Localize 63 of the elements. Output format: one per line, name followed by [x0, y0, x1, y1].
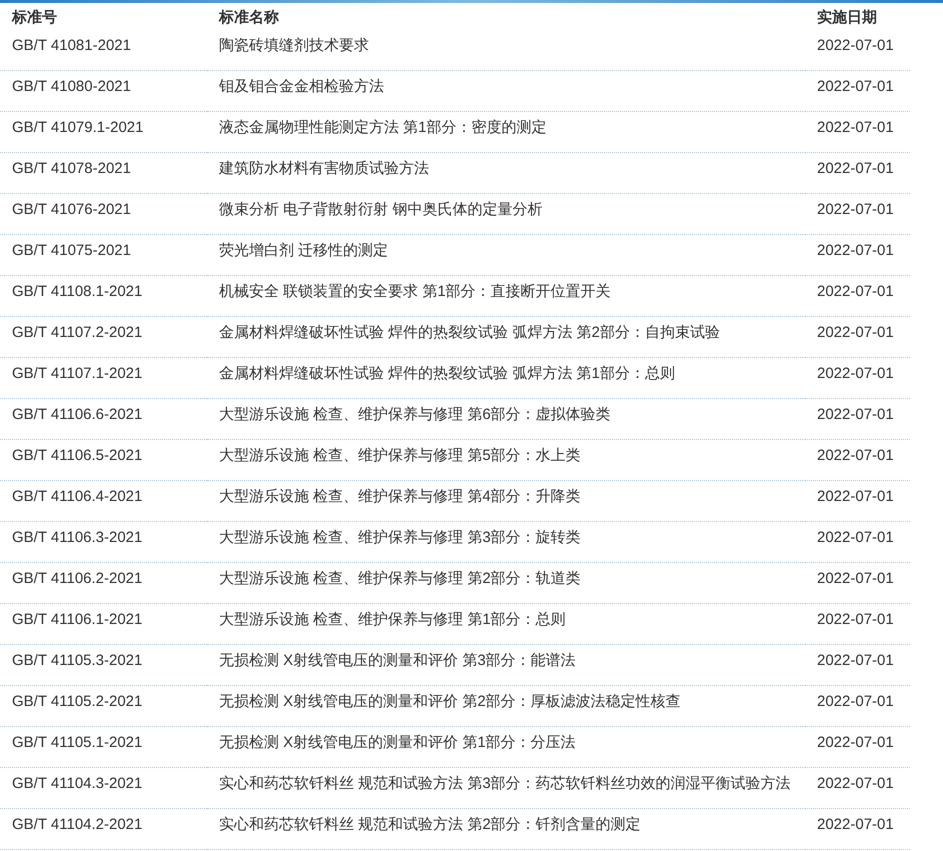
table-cell: 无损检测 X射线管电压的测量和评价 第1部分：分压法: [207, 727, 805, 768]
table-cell: GB/T 41106.5-2021: [0, 440, 207, 481]
table-cell: GB/T 41108.1-2021: [0, 276, 207, 317]
table-cell: 2022-07-01: [805, 194, 910, 235]
table-cell: 2022-07-01: [805, 481, 910, 522]
table-cell: GB/T 41081-2021: [0, 30, 207, 71]
table-cell: 2022-07-01: [805, 112, 910, 153]
column-header: 标准号: [10, 8, 58, 28]
table-cell: 2022-07-01: [805, 604, 910, 645]
table-cell: 大型游乐设施 检查、维护保养与修理 第6部分：虚拟体验类: [207, 399, 805, 440]
table-cell: GB/T 41105.3-2021: [0, 645, 207, 686]
column-header: 标准名称: [218, 8, 280, 28]
table-cell: 陶瓷砖填缝剂技术要求: [207, 30, 805, 71]
table-cell: GB/T 41106.6-2021: [0, 399, 207, 440]
table-cell: GB/T 41106.3-2021: [0, 522, 207, 563]
table-cell: 实心和药芯软钎料丝 规范和试验方法 第2部分：钎剂含量的测定: [207, 809, 805, 850]
table-cell: GB/T 41104.3-2021: [0, 768, 207, 809]
table-cell: GB/T 41075-2021: [0, 235, 207, 276]
table-cell: 2022-07-01: [805, 317, 910, 358]
table-cell: 微束分析 电子背散射衍射 钢中奥氏体的定量分析: [207, 194, 805, 235]
table-cell: 机械安全 联锁装置的安全要求 第1部分：直接断开位置开关: [207, 276, 805, 317]
table-cell: 液态金属物理性能测定方法 第1部分：密度的测定: [207, 112, 805, 153]
table-cell: 2022-07-01: [805, 809, 910, 850]
table-cell: GB/T 41106.2-2021: [0, 563, 207, 604]
table-cell: GB/T 41107.2-2021: [0, 317, 207, 358]
table-cell: 2022-07-01: [805, 563, 910, 604]
table-cell: 2022-07-01: [805, 235, 910, 276]
table-cell: GB/T 41105.2-2021: [0, 686, 207, 727]
table-cell: 钼及钼合金金相检验方法: [207, 71, 805, 112]
table-cell: GB/T 41104.2-2021: [0, 809, 207, 850]
table-cell: 2022-07-01: [805, 645, 910, 686]
table-cell: 2022-07-01: [805, 71, 910, 112]
table-cell: 无损检测 X射线管电压的测量和评价 第3部分：能谱法: [207, 645, 805, 686]
table-cell: 荧光增白剂 迁移性的测定: [207, 235, 805, 276]
table-cell: 实心和药芯软钎料丝 规范和试验方法 第3部分：药芯软钎料丝功效的润湿平衡试验方法: [207, 768, 805, 809]
table-cell: 2022-07-01: [805, 153, 910, 194]
table-cell: 大型游乐设施 检查、维护保养与修理 第3部分：旋转类: [207, 522, 805, 563]
table-cell: 2022-07-01: [805, 399, 910, 440]
table-cell: GB/T 41079.1-2021: [0, 112, 207, 153]
table-cell: 2022-07-01: [805, 727, 910, 768]
table-cell: 大型游乐设施 检查、维护保养与修理 第4部分：升降类: [207, 481, 805, 522]
table-cell: 2022-07-01: [805, 358, 910, 399]
table-cell: GB/T 41080-2021: [0, 71, 207, 112]
table-cell: GB/T 41105.1-2021: [0, 727, 207, 768]
table-cell: 2022-07-01: [805, 768, 910, 809]
table-cell: 2022-07-01: [805, 276, 910, 317]
table-cell: 无损检测 X射线管电压的测量和评价 第2部分：厚板滤波法稳定性核查: [207, 686, 805, 727]
table-cell: 大型游乐设施 检查、维护保养与修理 第1部分：总则: [207, 604, 805, 645]
table-cell: 2022-07-01: [805, 522, 910, 563]
table-cell: GB/T 41078-2021: [0, 153, 207, 194]
table-cell: 2022-07-01: [805, 440, 910, 481]
table-cell: GB/T 41107.1-2021: [0, 358, 207, 399]
table-cell: GB/T 41106.4-2021: [0, 481, 207, 522]
table-cell: 金属材料焊缝破坏性试验 焊件的热裂纹试验 弧焊方法 第1部分：总则: [207, 358, 805, 399]
table-cell: 大型游乐设施 检查、维护保养与修理 第2部分：轨道类: [207, 563, 805, 604]
table-cell: 建筑防水材料有害物质试验方法: [207, 153, 805, 194]
table-cell: 2022-07-01: [805, 30, 910, 71]
table-cell: 大型游乐设施 检查、维护保养与修理 第5部分：水上类: [207, 440, 805, 481]
table-cell: 金属材料焊缝破坏性试验 焊件的热裂纹试验 弧焊方法 第2部分：自拘束试验: [207, 317, 805, 358]
column-header: 实施日期: [816, 8, 878, 28]
table-cell: GB/T 41106.1-2021: [0, 604, 207, 645]
table-cell: 2022-07-01: [805, 686, 910, 727]
table-cell: GB/T 41076-2021: [0, 194, 207, 235]
